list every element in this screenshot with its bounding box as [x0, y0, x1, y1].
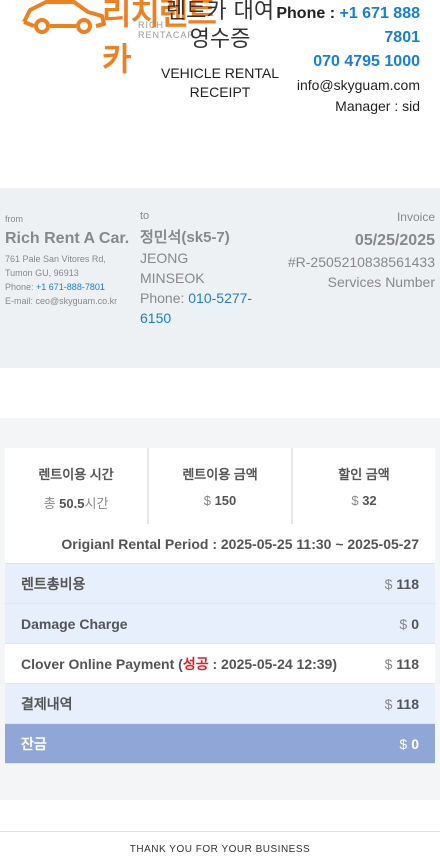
currency-symbol: $ [399, 615, 408, 632]
from-phone-label: Phone: [5, 282, 37, 292]
contact-manager: Manager : sid [335, 98, 420, 114]
currency-symbol: $ [384, 695, 393, 712]
summary-value: $ 32 [293, 493, 435, 508]
customer-name: 정민석(sk5-7) [140, 229, 230, 246]
from-section: from Rich Rent A Car. 761 Pale San Vitor… [5, 214, 135, 308]
payment-status: 성공 [182, 655, 209, 672]
from-address: 761 Pale San Vitores Rd, Tumon GU, 96913… [5, 252, 135, 308]
customer-phone-label: Phone: [140, 290, 189, 306]
from-phone: Phone: +1 671-888-7801 [5, 280, 135, 294]
invoice-section: Invoice 05/25/2025 #R-2505210838561433 S… [255, 210, 435, 292]
row-label: 잔금 [21, 735, 47, 752]
summary-value: 총 50.5시간 [5, 493, 147, 512]
summary-prefix: $ [351, 493, 363, 508]
total-cost-row: 렌트총비용 $118 [5, 564, 435, 604]
billing-info-band: from Rich Rent A Car. 761 Pale San Vitor… [0, 188, 440, 368]
phone-label: Phone : [276, 5, 340, 22]
currency-symbol: $ [384, 575, 393, 592]
row-label: Damage Charge [21, 615, 128, 632]
invoice-label: Invoice [396, 210, 435, 224]
from-label: from [5, 214, 23, 224]
summary-head: 할인 금액 [338, 467, 390, 482]
summary-value: $ 150 [149, 493, 291, 508]
receipt-header: 리치렌트카 RICH RENTACAR 렌트카 대여 영수증 VEHICLE R… [0, 0, 440, 140]
currency-symbol: $ [384, 655, 393, 672]
receipt-title-korean: 렌트카 대여 영수증 [165, 0, 275, 52]
summary-prefix: 총 [43, 496, 60, 511]
rental-period: Origianl Rental Period : 2025-05-25 11:3… [5, 524, 435, 564]
row-amount: $0 [399, 616, 419, 632]
summary-cards: 렌트이용 시간 총 50.5시간 렌트이용 금액 $ 150 할인 금액 $ 3… [5, 448, 435, 524]
summary-suffix: 시간 [84, 496, 109, 511]
row-label: 결제내역 [21, 695, 73, 712]
balance-row: 잔금 $0 [5, 724, 435, 764]
summary-rental-hours: 렌트이용 시간 총 50.5시간 [5, 448, 147, 524]
amount-value: 118 [396, 575, 419, 592]
footer-divider [0, 831, 440, 832]
row-amount: $0 [399, 736, 419, 752]
invoice-number: #R-2505210838561433 [287, 254, 435, 270]
customer-name-en-1: JEONG [140, 250, 189, 266]
from-address-line2: Tumon GU, 96913 [5, 268, 79, 278]
phone-intl-link[interactable]: +1 671 888 7801 [339, 5, 420, 46]
from-address-line1: 761 Pale San Vitores Rd, [5, 254, 106, 264]
to-label: to [140, 210, 150, 222]
company-contact: Phone : +1 671 888 7801 070 4795 1000 in… [270, 2, 420, 116]
from-email: E-mail: ceo@skyguam.co.kr [5, 294, 135, 308]
customer-phone: Phone: 010-5277-6150 [140, 288, 260, 328]
services-number-label: Services Number [327, 274, 435, 290]
invoice-date: 05/25/2025 [354, 232, 435, 249]
contact-email: info@skyguam.com [296, 77, 420, 93]
summary-prefix: $ [203, 493, 215, 508]
summary-head: 렌트이용 금액 [182, 467, 258, 482]
row-label: 렌트총비용 [21, 575, 86, 592]
payment-label-pre: Clover Online Payment ( [21, 655, 183, 672]
row-amount: $118 [385, 696, 419, 712]
summary-rental-amount: 렌트이용 금액 $ 150 [149, 448, 291, 524]
from-email-label: E-mail: [5, 296, 36, 306]
row-amount: $118 [385, 576, 419, 592]
row-amount: $118 [385, 656, 419, 672]
amount-value: 118 [396, 655, 419, 672]
currency-symbol: $ [399, 735, 408, 752]
payment-history-row: 결제내역 $118 [5, 684, 435, 724]
customer-name-en-2: MINSEOK [140, 270, 205, 286]
charges-section: 렌트이용 시간 총 50.5시간 렌트이용 금액 $ 150 할인 금액 $ 3… [0, 418, 440, 800]
amount-value: 0 [411, 735, 419, 752]
row-label: Clover Online Payment (성공 : 2025-05-24 1… [21, 654, 337, 674]
car-logo-icon [22, 0, 106, 34]
summary-number: 150 [214, 493, 237, 508]
payment-label-post: : 2025-05-24 12:39) [208, 655, 338, 672]
from-company-name: Rich Rent A Car. [5, 230, 130, 247]
contact-phone: Phone : +1 671 888 7801 [270, 2, 420, 50]
footer-thanks: THANK YOU FOR YOUR BUSINESS [129, 844, 311, 855]
summary-head: 렌트이용 시간 [38, 467, 114, 482]
amount-value: 118 [396, 695, 419, 712]
receipt-title-english: VEHICLE RENTAL RECEIPT [161, 65, 279, 100]
from-email-value: ceo@skyguam.co.kr [35, 296, 118, 306]
phone-local-link[interactable]: 070 4795 1000 [270, 50, 420, 74]
summary-number: 50.5 [59, 496, 85, 511]
payment-row: Clover Online Payment (성공 : 2025-05-24 1… [5, 644, 435, 684]
charges-table: Origianl Rental Period : 2025-05-25 11:3… [5, 524, 435, 764]
to-section: to 정민석(sk5-7) JEONG MINSEOK Phone: 010-5… [140, 210, 260, 328]
summary-discount: 할인 금액 $ 32 [293, 448, 435, 524]
amount-value: 0 [411, 615, 419, 632]
summary-number: 32 [362, 493, 377, 508]
damage-charge-row: Damage Charge $0 [5, 604, 435, 644]
from-phone-link[interactable]: +1 671-888-7801 [36, 282, 105, 292]
